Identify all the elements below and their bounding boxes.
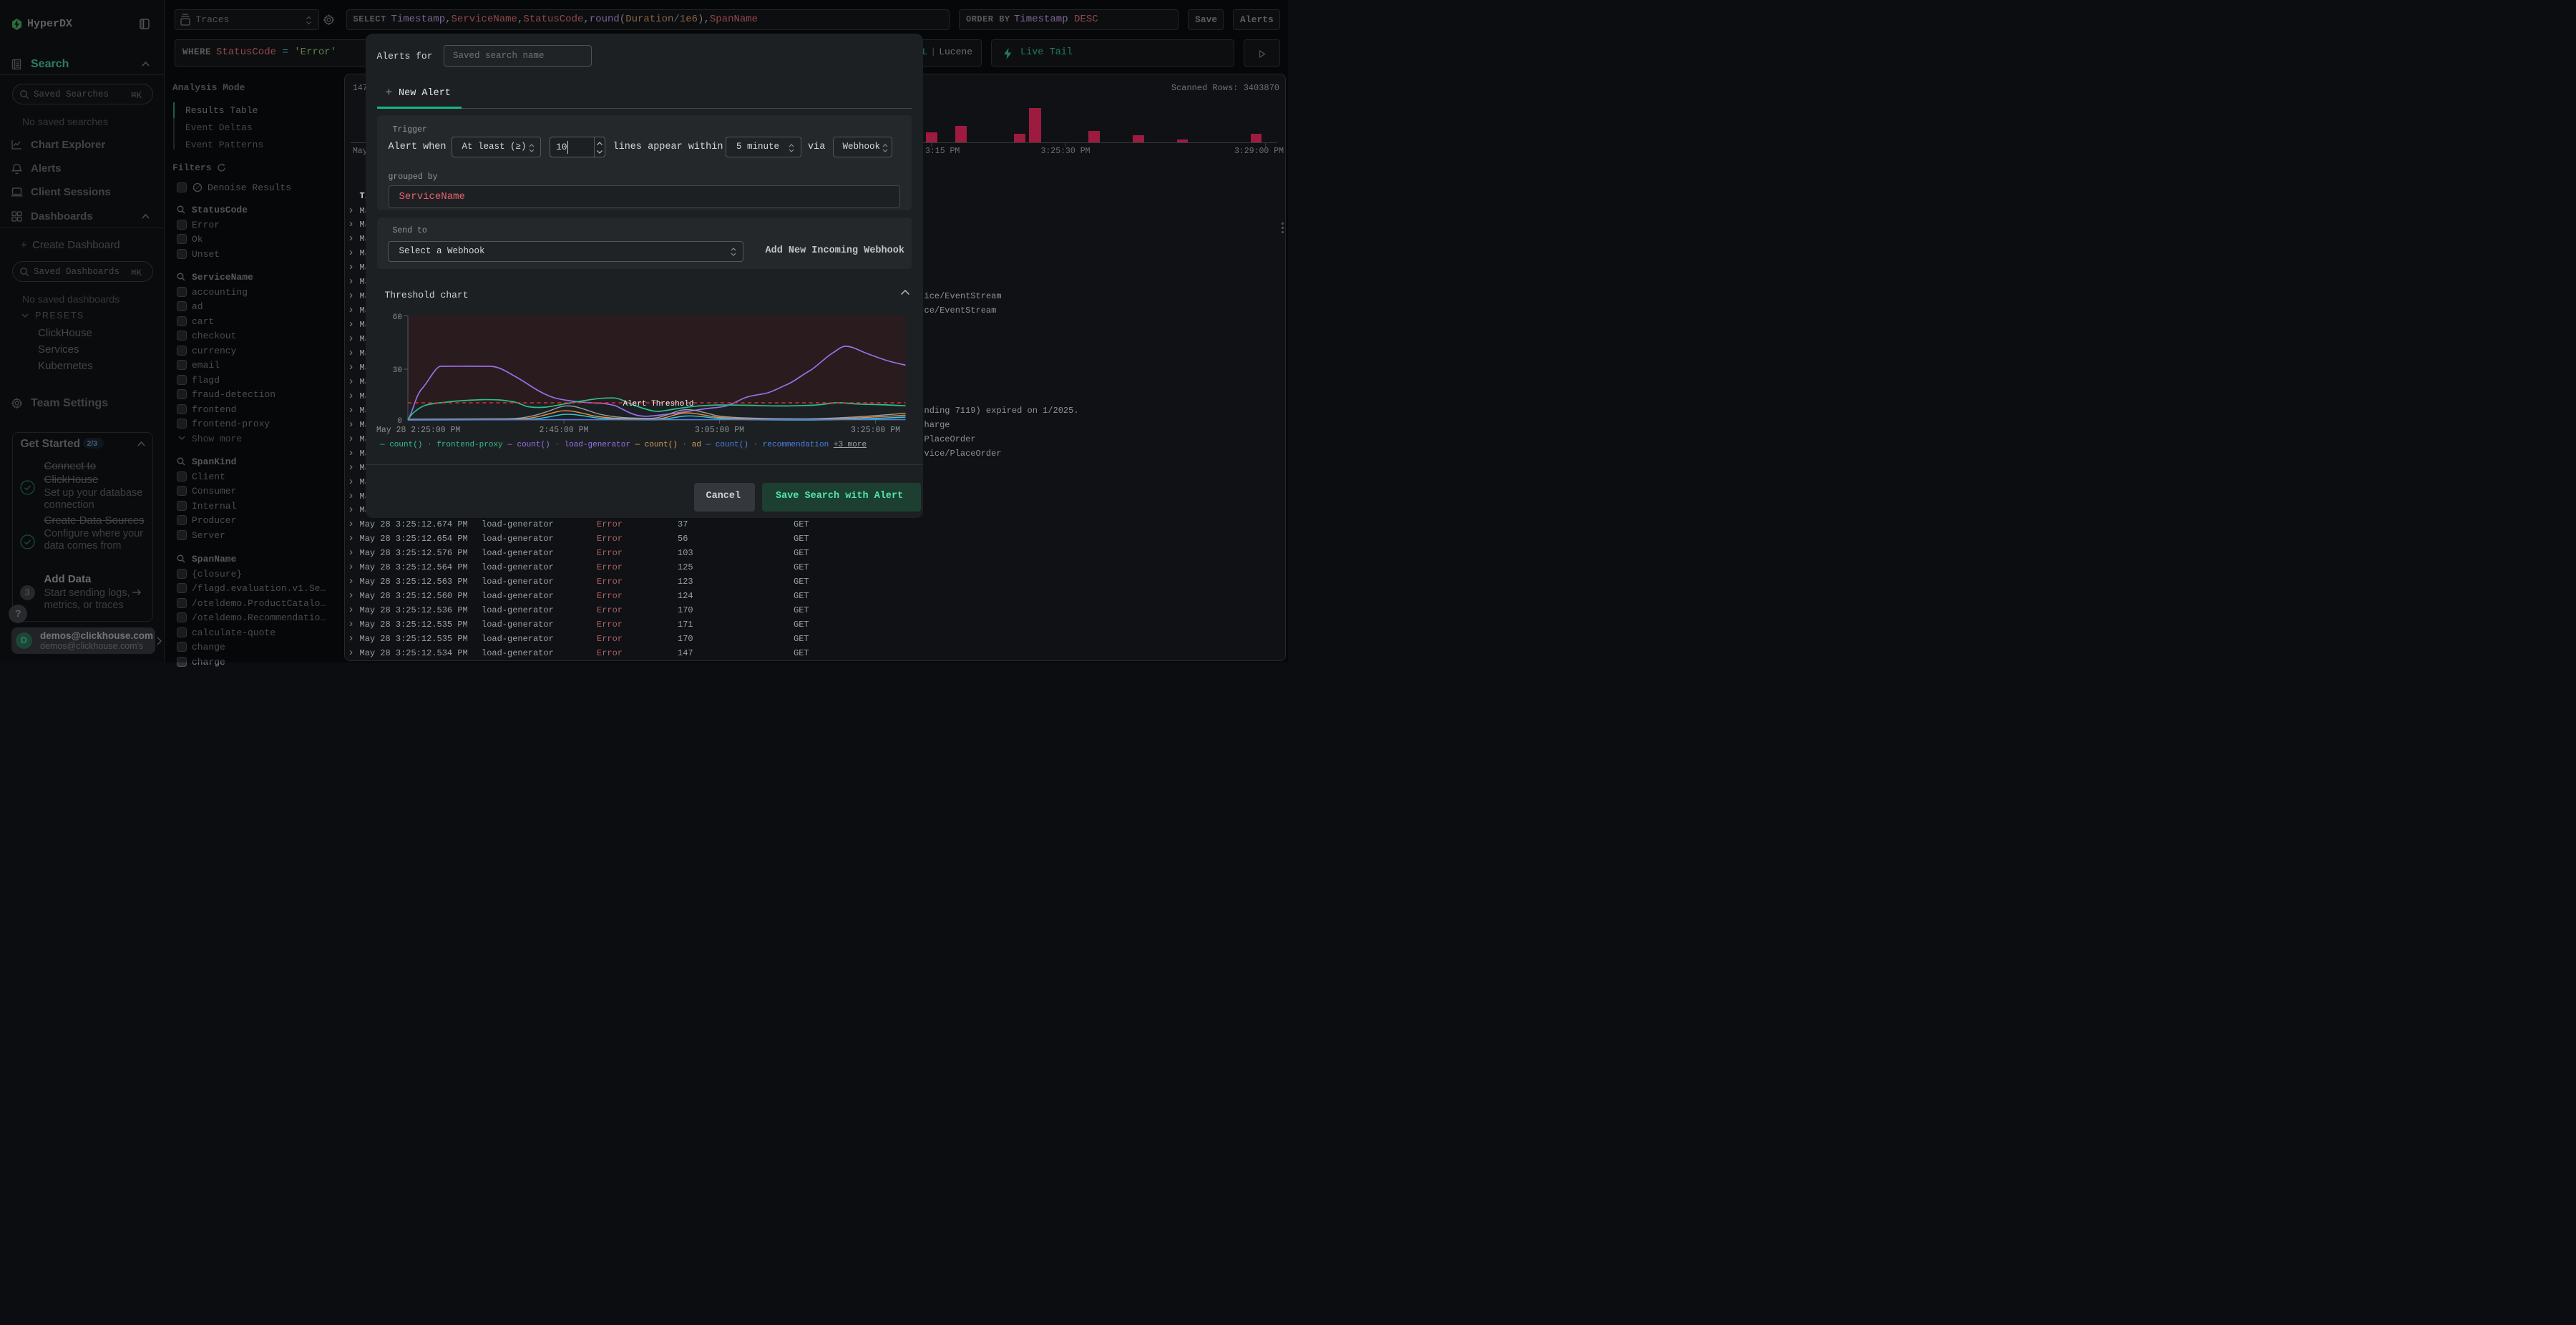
svg-text:60: 60	[393, 313, 402, 322]
svg-text:0: 0	[397, 417, 402, 426]
svg-text:3:05:00 PM: 3:05:00 PM	[695, 426, 744, 435]
svg-text:2:45:00 PM: 2:45:00 PM	[539, 426, 588, 435]
svg-text:3:25:00 PM: 3:25:00 PM	[851, 426, 900, 435]
svg-text:May 28 2:25:00 PM: May 28 2:25:00 PM	[376, 426, 460, 435]
svg-text:Alert Threshold: Alert Threshold	[623, 400, 693, 409]
svg-text:30: 30	[393, 366, 402, 375]
